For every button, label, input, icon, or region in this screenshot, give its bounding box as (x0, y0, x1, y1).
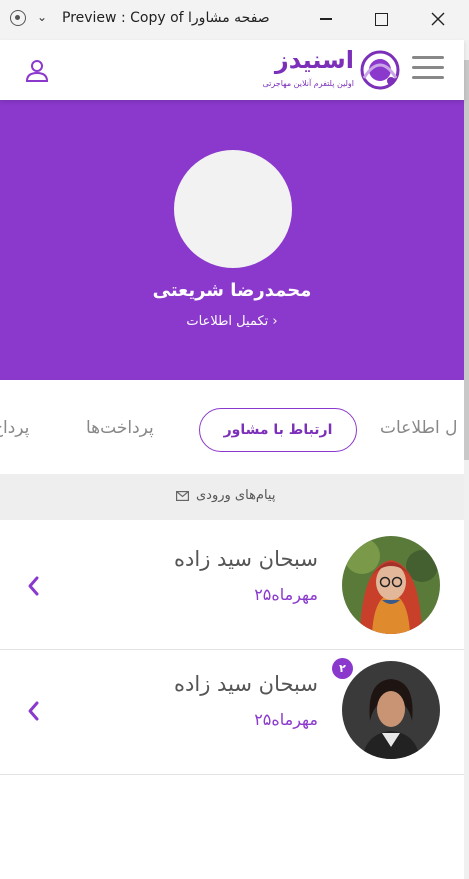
chevron-left-icon[interactable] (26, 700, 40, 722)
logo-wordmark: اسنیدز (274, 46, 354, 74)
profile-name: محمدرضا شریعتی (152, 280, 312, 301)
message-date: ۲۵مهرماه (254, 585, 318, 604)
logo-mark-icon (360, 50, 400, 90)
message-list-item[interactable]: سبحان سید زاده ۲۵مهرماه (0, 525, 464, 650)
user-icon[interactable] (24, 58, 50, 84)
chevron-down-icon[interactable]: ⌄ (37, 10, 47, 24)
logo-tagline: اولین پلتفرم آنلاین مهاجرتی (262, 79, 354, 88)
minimize-icon (320, 18, 332, 20)
tab-payments[interactable]: پرداخت‌ها (86, 418, 154, 438)
record-icon[interactable] (10, 10, 26, 26)
inbox-label: پیام‌های ورودی (196, 488, 276, 503)
profile-avatar (174, 150, 292, 268)
tab-payment-partial[interactable]: پرداخ (0, 418, 29, 438)
maximize-icon (374, 12, 388, 26)
scrollbar-thumb[interactable] (464, 60, 469, 460)
profile-banner: محمدرضا شریعتی تکمیل اطلاعات › (0, 100, 464, 380)
tab-contact-advisor[interactable]: ارتباط با مشاور (199, 408, 357, 452)
inbox-header: پیام‌های ورودی (0, 474, 464, 520)
close-icon (431, 12, 445, 26)
profile-tabs: پرداخ پرداخت‌ها ارتباط با مشاور ل اطلاعا… (0, 380, 464, 474)
window-title: Preview : Copy of صفحه مشاورا (62, 10, 270, 26)
unread-count-badge: ۲ (332, 658, 353, 679)
minimize-button[interactable] (306, 4, 346, 34)
close-button[interactable] (418, 4, 458, 34)
window-titlebar: ⌄ Preview : Copy of صفحه مشاورا (0, 0, 469, 41)
mail-icon (176, 491, 189, 501)
complete-profile-link[interactable]: تکمیل اطلاعات › (0, 314, 464, 329)
brand-logo[interactable]: اسنیدز اولین پلتفرم آنلاین مهاجرتی (248, 46, 402, 96)
menu-icon[interactable] (412, 56, 444, 80)
message-list-item[interactable]: سبحان سید زاده ۲۵مهرماه ۲ (0, 650, 464, 775)
app-header: اسنیدز اولین پلتفرم آنلاین مهاجرتی (0, 40, 464, 100)
message-date: ۲۵مهرماه (254, 710, 318, 729)
advisor-name: سبحان سید زاده (174, 672, 318, 696)
advisor-name: سبحان سید زاده (174, 547, 318, 571)
tab-complete-info[interactable]: ل اطلاعات (380, 418, 457, 438)
maximize-button[interactable] (361, 4, 401, 34)
advisor-avatar (342, 536, 440, 634)
advisor-avatar (342, 661, 440, 759)
chevron-left-icon[interactable] (26, 575, 40, 597)
